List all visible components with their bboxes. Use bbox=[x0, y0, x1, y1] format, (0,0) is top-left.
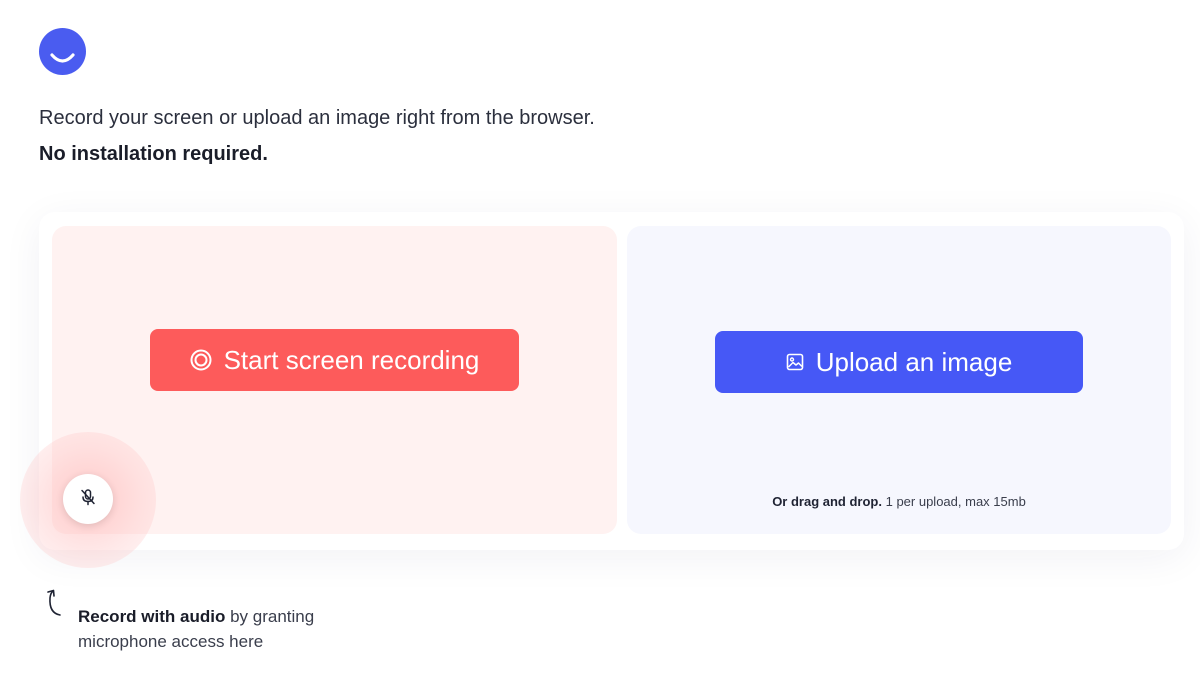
start-recording-button[interactable]: Start screen recording bbox=[150, 329, 519, 391]
image-icon bbox=[786, 353, 804, 371]
intro-text: Record your screen or upload an image ri… bbox=[39, 100, 599, 172]
mic-off-icon bbox=[79, 488, 97, 511]
smile-logo-icon bbox=[50, 53, 75, 63]
intro-text-main: Record your screen or upload an image ri… bbox=[39, 107, 595, 129]
upload-image-label: Upload an image bbox=[815, 346, 1013, 377]
app-logo[interactable] bbox=[39, 28, 86, 75]
start-recording-label: Start screen recording bbox=[223, 344, 480, 375]
record-icon bbox=[190, 349, 212, 371]
audio-hint: Record with audio by granting microphone… bbox=[78, 604, 378, 654]
drop-hint-bold: Or drag and drop. bbox=[772, 494, 882, 509]
drop-hint: Or drag and drop. 1 per upload, max 15mb bbox=[627, 494, 1171, 509]
microphone-toggle-button[interactable] bbox=[63, 474, 113, 524]
drop-hint-rest: 1 per upload, max 15mb bbox=[885, 494, 1026, 509]
upload-image-button[interactable]: Upload an image bbox=[715, 331, 1083, 393]
intro-text-emphasis: No installation required. bbox=[39, 143, 268, 165]
curved-arrow-up-icon bbox=[44, 588, 66, 623]
audio-hint-bold: Record with audio bbox=[78, 607, 226, 626]
